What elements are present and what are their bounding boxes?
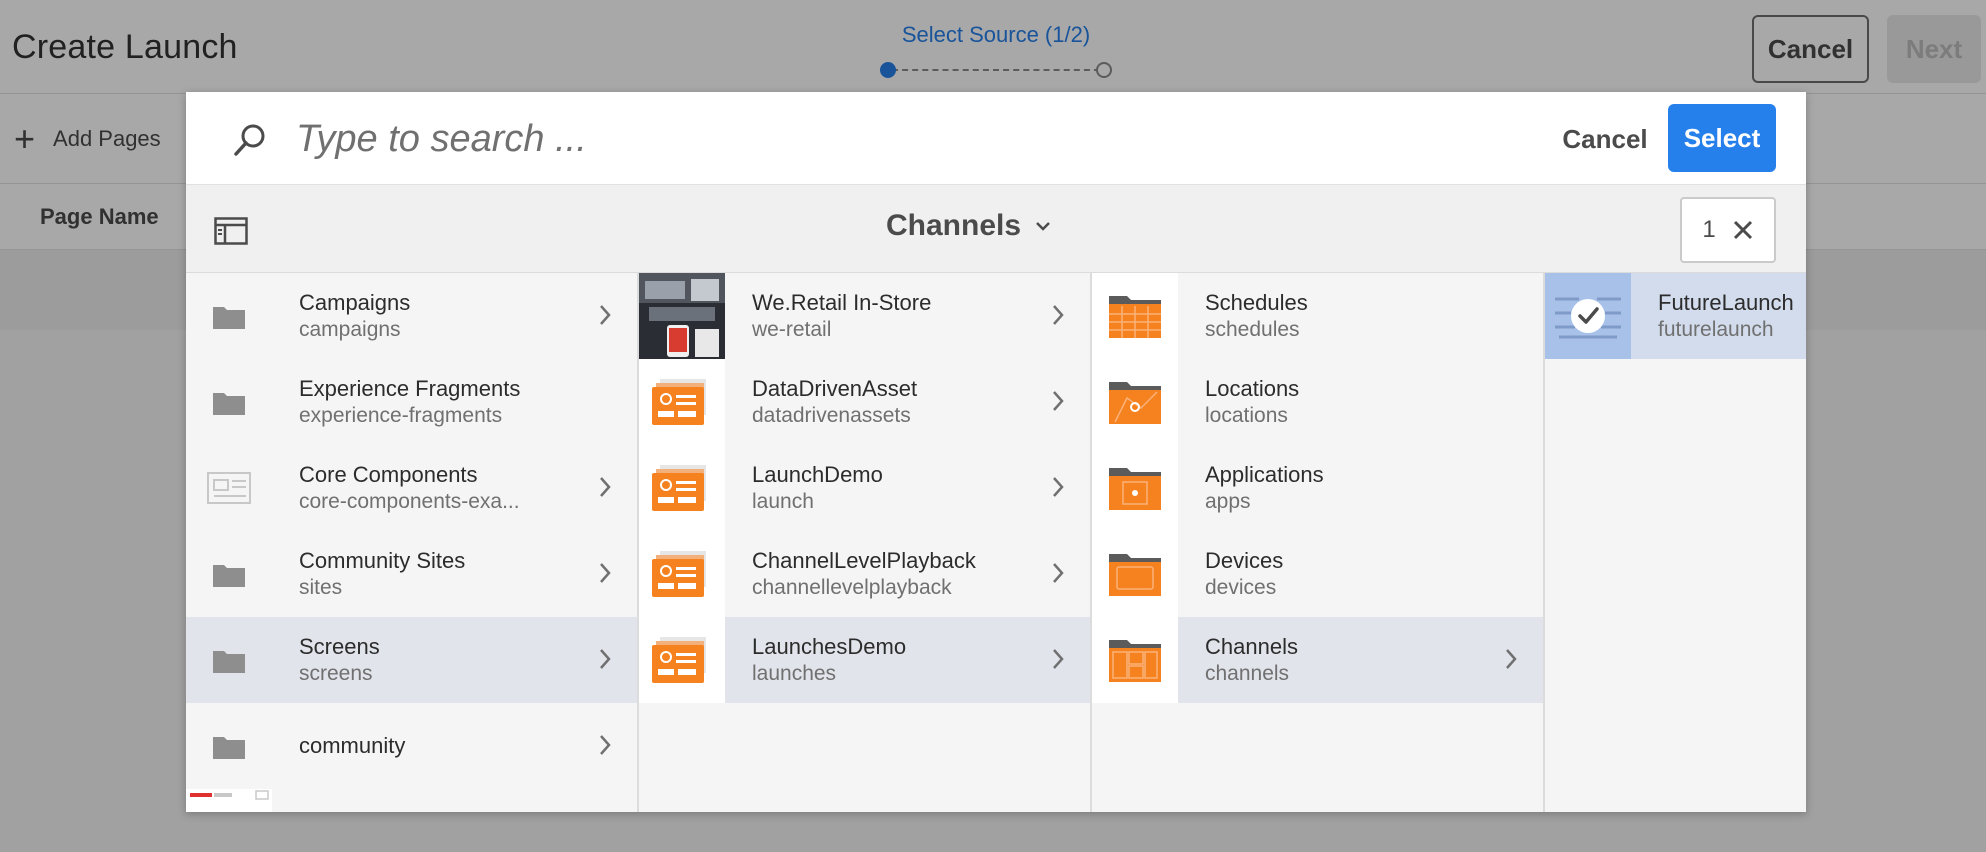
path-picker-dialog: Cancel Select Channels 1 [186,92,1806,812]
chevron-right-icon[interactable] [1052,648,1064,670]
item-title: DataDrivenAsset [752,376,918,401]
screens-project-icon [639,445,725,531]
column-2[interactable]: We.Retail In-Store we-retail DataDrivenA… [639,273,1092,812]
column-view: Campaigns campaigns Experience Fragments… [186,273,1806,812]
item-title: We.Retail In-Store [752,290,932,315]
item-subtitle: launches [752,662,837,685]
item-subtitle: screens [299,662,373,685]
chevron-down-icon [1036,222,1050,231]
chevron-right-icon[interactable] [1052,304,1064,326]
item-subtitle: campaigns [299,318,401,341]
list-item-campaigns[interactable]: Campaigns campaigns [186,273,637,359]
applications-folder-icon [1092,445,1178,531]
item-subtitle: schedules [1205,318,1300,341]
column-1[interactable]: Campaigns campaigns Experience Fragments… [186,273,639,812]
item-title: Channels [1205,634,1298,659]
dialog-cancel-button[interactable]: Cancel [1540,105,1670,173]
item-subtitle: channels [1205,662,1290,685]
item-title: Experience Fragments [299,376,521,401]
screens-project-icon [639,531,725,617]
chevron-right-icon[interactable] [599,562,611,584]
list-item-devices[interactable]: Devices devices [1092,531,1543,617]
dialog-select-button[interactable]: Select [1668,104,1776,172]
item-subtitle: apps [1205,490,1251,513]
item-subtitle: sites [299,576,343,599]
search-icon [234,124,265,156]
item-subtitle: datadrivenassets [752,404,911,427]
item-title: Locations [1205,376,1300,401]
we-retail-thumbnail [186,789,272,812]
chevron-right-icon[interactable] [1052,476,1064,498]
list-item-we-retail-in-store[interactable]: We.Retail In-Store we-retail [639,273,1090,359]
item-title: community [299,733,406,758]
item-subtitle: we-retail [752,318,832,341]
folder-icon [186,617,272,703]
list-item-launchdemo[interactable]: LaunchDemo launch [639,445,1090,531]
chevron-right-icon[interactable] [1052,390,1064,412]
picker-nav-bar: Channels 1 [186,185,1806,273]
chevron-right-icon[interactable] [1505,648,1517,670]
chevron-right-icon[interactable] [599,476,611,498]
item-subtitle: experience-fragments [299,404,503,427]
chevron-right-icon[interactable] [599,734,611,756]
devices-folder-icon [1092,531,1178,617]
item-subtitle: channellevelplayback [752,576,952,599]
close-icon [1733,220,1752,240]
list-item-datadrivenasset[interactable]: DataDrivenAsset datadrivenassets [639,359,1090,445]
list-item-community-sites[interactable]: Community Sites sites [186,531,637,617]
store-photo-thumbnail [639,273,725,359]
list-item-screens[interactable]: Screens screens [186,617,637,703]
item-title: Community Sites [299,548,466,573]
folder-icon [186,273,272,359]
list-item-schedules[interactable]: Schedules schedules [1092,273,1543,359]
chevron-right-icon[interactable] [599,648,611,670]
item-subtitle: devices [1205,576,1277,599]
search-input[interactable] [296,110,1296,168]
list-item-launchesdemo[interactable]: LaunchesDemo launches [639,617,1090,703]
breadcrumb-current: Channels [886,209,1022,242]
item-subtitle: launch [752,490,814,513]
page-template-icon [186,445,272,531]
item-subtitle: core-components-exa... [299,490,520,513]
item-title: Core Components [299,462,478,487]
chevron-right-icon[interactable] [1052,562,1064,584]
item-subtitle: locations [1205,404,1288,427]
folder-icon [186,531,272,617]
list-item-applications[interactable]: Applications apps [1092,445,1543,531]
rail-toggle-icon[interactable] [214,217,248,245]
screens-project-icon [639,617,725,703]
item-title: Devices [1205,548,1284,573]
schedules-folder-icon [1092,273,1178,359]
list-item-locations[interactable]: Locations locations [1092,359,1543,445]
list-item-core-components[interactable]: Core Components core-components-exa... [186,445,637,531]
folder-icon [186,703,272,789]
channel-checked-thumbnail [1545,273,1631,359]
list-item-channels[interactable]: Channels channels [1092,617,1543,703]
item-title: FutureLaunch [1658,290,1794,315]
column-3[interactable]: Schedules schedules Locations locations [1092,273,1545,812]
list-item-experience-fragments[interactable]: Experience Fragments experience-fragment… [186,359,637,445]
item-subtitle: futurelaunch [1658,318,1774,341]
search-bar: Cancel Select [186,92,1806,185]
breadcrumb[interactable]: Channels [886,209,1051,243]
selection-count: 1 [1702,216,1716,243]
locations-folder-icon [1092,359,1178,445]
screens-project-icon [639,359,725,445]
channels-folder-icon [1092,617,1178,703]
item-title: LaunchesDemo [752,634,907,659]
item-title: Screens [299,634,380,659]
list-item-community[interactable]: community [186,703,637,789]
item-title: Schedules [1205,290,1308,315]
item-title: ChannelLevelPlayback [752,548,976,573]
folder-icon [186,359,272,445]
item-title: Campaigns [299,290,411,315]
chevron-right-icon[interactable] [599,304,611,326]
selection-count-button[interactable]: 1 [1680,197,1776,263]
list-item-futurelaunch[interactable]: FutureLaunch futurelaunch [1545,273,1806,359]
item-title: LaunchDemo [752,462,883,487]
list-item-partial[interactable] [186,789,637,812]
item-title: Applications [1205,462,1324,487]
column-4[interactable]: FutureLaunch futurelaunch [1545,273,1806,812]
list-item-channellevelplayback[interactable]: ChannelLevelPlayback channellevelplaybac… [639,531,1090,617]
